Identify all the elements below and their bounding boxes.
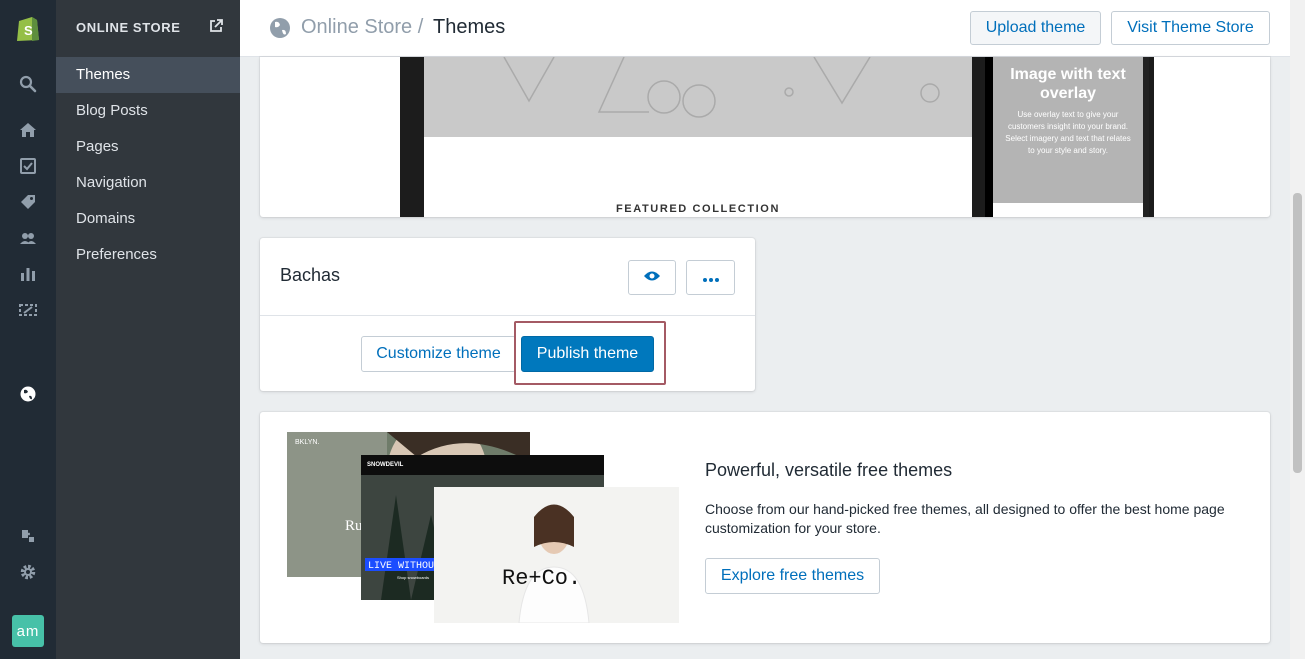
reports-icon[interactable] [17,263,39,285]
online-store-icon[interactable] [17,383,39,405]
more-actions-button[interactable] [686,260,735,295]
theme-card-bachas: Bachas Customize theme Publish theme [260,238,755,391]
reco-theme-thumbnail: Re+Co. [434,487,679,623]
desktop-preview: FEATURED COLLECTION Image with text over… [400,57,1154,217]
shopify-logo-icon[interactable]: S [15,14,41,42]
hero-image [424,57,972,137]
subnav-item-preferences[interactable]: Preferences [56,237,240,273]
overlay-body: Use overlay text to give your customers … [1005,110,1131,155]
visit-theme-store-button[interactable]: Visit Theme Store [1111,11,1270,45]
customers-icon[interactable] [17,227,39,249]
image-overlay: Image with text overlay Use overlay text… [993,57,1143,203]
search-icon[interactable] [17,73,39,95]
discounts-icon[interactable] [17,299,39,321]
subnav-item-navigation[interactable]: Navigation [56,165,240,201]
mobile-preview: Image with text overlay Use overlay text… [985,57,1149,217]
snowdevil-brand: SNOWDEVIL [367,462,404,468]
eye-icon [643,269,661,287]
publish-highlight-outline [514,321,666,385]
online-store-icon [269,17,291,44]
desktop-screen: FEATURED COLLECTION [424,57,972,217]
theme-name: Bachas [280,265,341,285]
snowdevil-sub: Shop snowboards [397,575,429,580]
free-themes-card: BKLYN. Ru SNOWDEVIL LIVE WITHOU Shop sno… [260,412,1270,643]
featured-collection-label: FEATURED COLLECTION [615,203,781,215]
page-title: Themes [433,16,506,38]
top-bar: Online Store / Themes Upload theme Visit… [240,0,1290,57]
subnav-item-domains[interactable]: Domains [56,201,240,237]
explore-free-themes-button[interactable]: Explore free themes [705,558,880,594]
snowdevil-banner: LIVE WITHOU [368,561,434,572]
online-store-subnav: ONLINE STORE Themes Blog Posts Pages Nav… [56,0,240,659]
apps-icon[interactable] [17,525,39,547]
card-divider [260,315,755,316]
upload-theme-button[interactable]: Upload theme [970,11,1101,45]
reco-brand: Re+Co. [502,566,581,591]
app-rail: S am [0,0,56,659]
page-scrollbar[interactable] [1290,0,1305,659]
current-theme-preview: FEATURED COLLECTION Image with text over… [260,57,1270,217]
home-icon[interactable] [17,119,39,141]
products-icon[interactable] [17,191,39,213]
free-themes-title: Powerful, versatile free themes [705,460,953,480]
phone-edge [1143,57,1149,217]
ellipsis-icon [702,269,719,287]
settings-icon[interactable] [17,561,39,583]
subnav-item-themes[interactable]: Themes [56,57,240,93]
bklyn-brand: BKLYN. [295,439,319,446]
scrollbar-thumb[interactable] [1293,193,1302,473]
free-themes-description: Choose from our hand-picked free themes,… [705,501,1225,536]
external-link-icon[interactable] [209,19,223,38]
mobile-screen: Image with text overlay Use overlay text… [993,57,1143,217]
avatar[interactable]: am [12,615,44,647]
preview-theme-button[interactable] [628,260,676,295]
breadcrumb[interactable]: Online Store / [301,16,423,39]
subnav-item-pages[interactable]: Pages [56,129,240,165]
subnav-item-blog-posts[interactable]: Blog Posts [56,93,240,129]
overlay-heading: Image with text overlay [1010,66,1126,102]
svg-text:S: S [24,23,33,38]
orders-icon[interactable] [17,155,39,177]
subnav-section-title: ONLINE STORE [76,20,181,35]
customize-theme-button[interactable]: Customize theme [361,336,516,372]
